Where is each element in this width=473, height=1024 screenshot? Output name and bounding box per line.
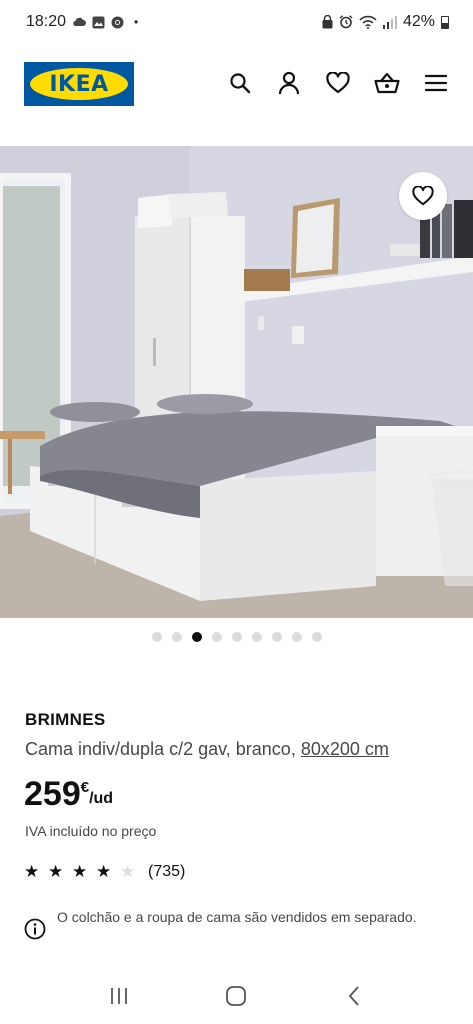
- wifi-icon: [359, 15, 377, 29]
- system-nav-bar: [0, 968, 473, 1024]
- status-bar: 18:20 • 42%: [0, 0, 473, 44]
- review-count: (735): [148, 863, 186, 880]
- home-button[interactable]: [216, 976, 256, 1016]
- star-filled-icon: ★: [72, 862, 88, 881]
- heart-icon: [326, 72, 350, 94]
- price-currency: €: [80, 779, 90, 796]
- user-icon: [278, 71, 300, 95]
- search-icon: [230, 73, 251, 94]
- gallery-dot[interactable]: [151, 632, 162, 642]
- rating-stars: ★ ★ ★ ★ ★: [24, 862, 144, 882]
- favourites-button[interactable]: [325, 70, 351, 96]
- ikea-logo[interactable]: IKEA: [24, 62, 134, 106]
- star-filled-icon: ★: [96, 862, 112, 881]
- menu-button[interactable]: [423, 70, 449, 96]
- gallery-dot[interactable]: [231, 632, 242, 642]
- back-button[interactable]: [334, 976, 374, 1016]
- gallery-dot[interactable]: [191, 632, 202, 642]
- bed-photo: [0, 146, 473, 618]
- lock-icon: [322, 15, 333, 29]
- chrome-icon: [111, 16, 124, 28]
- gallery-icon: [92, 16, 105, 28]
- product-size-link[interactable]: 80x200 cm: [301, 739, 389, 759]
- basket-icon: [374, 72, 400, 94]
- alarm-icon: [339, 15, 353, 29]
- status-dot: •: [134, 15, 139, 29]
- product-name: BRIMNES: [25, 710, 106, 729]
- gallery-dot[interactable]: [271, 632, 282, 642]
- battery-percent: 42%: [402, 13, 435, 30]
- gallery-dot[interactable]: [291, 632, 302, 642]
- product-description: Cama indiv/dupla c/2 gav, branco, 80x200…: [25, 739, 389, 760]
- home-icon: [226, 986, 247, 1006]
- gallery-dot[interactable]: [251, 632, 262, 642]
- star-filled-icon: ★: [24, 862, 40, 881]
- logo-oval: IKEA: [30, 68, 128, 100]
- product-rating[interactable]: ★ ★ ★ ★ ★ (735): [24, 862, 185, 882]
- product-price: 259 € /ud: [24, 775, 113, 813]
- basket-button[interactable]: [374, 70, 400, 96]
- heart-icon: [412, 186, 434, 206]
- site-header: IKEA: [0, 44, 473, 134]
- product-image[interactable]: [0, 146, 473, 618]
- info-icon: [24, 918, 46, 940]
- info-note: O colchão e a roupa de cama são vendidos…: [24, 906, 424, 940]
- logo-text: IKEA: [49, 71, 109, 97]
- search-button[interactable]: [227, 70, 253, 96]
- info-note-text: O colchão e a roupa de cama são vendidos…: [57, 909, 417, 925]
- price-unit: /ud: [89, 790, 114, 807]
- status-left: 18:20 •: [26, 13, 138, 31]
- price-integer: 259: [24, 775, 81, 813]
- battery-icon: [441, 15, 449, 29]
- back-icon: [348, 986, 359, 1006]
- cloud-icon: [73, 17, 87, 27]
- star-empty-icon: ★: [120, 862, 136, 881]
- recent-apps-button[interactable]: [99, 976, 139, 1016]
- gallery-dot[interactable]: [311, 632, 322, 642]
- signal-icon: [382, 15, 397, 29]
- gallery-pagination: [0, 632, 473, 642]
- header-actions: [227, 70, 449, 96]
- gallery-dot[interactable]: [211, 632, 222, 642]
- menu-icon: [425, 74, 447, 92]
- gallery-dot[interactable]: [171, 632, 182, 642]
- recent-apps-icon: [110, 988, 127, 1004]
- status-time: 18:20: [26, 13, 67, 30]
- star-filled-icon: ★: [48, 862, 64, 881]
- account-button[interactable]: [276, 70, 302, 96]
- status-right: 42%: [322, 13, 449, 31]
- add-to-favourites-button[interactable]: [399, 172, 447, 220]
- product-description-text: Cama indiv/dupla c/2 gav, branco,: [25, 739, 296, 759]
- vat-note: IVA incluído no preço: [25, 823, 157, 839]
